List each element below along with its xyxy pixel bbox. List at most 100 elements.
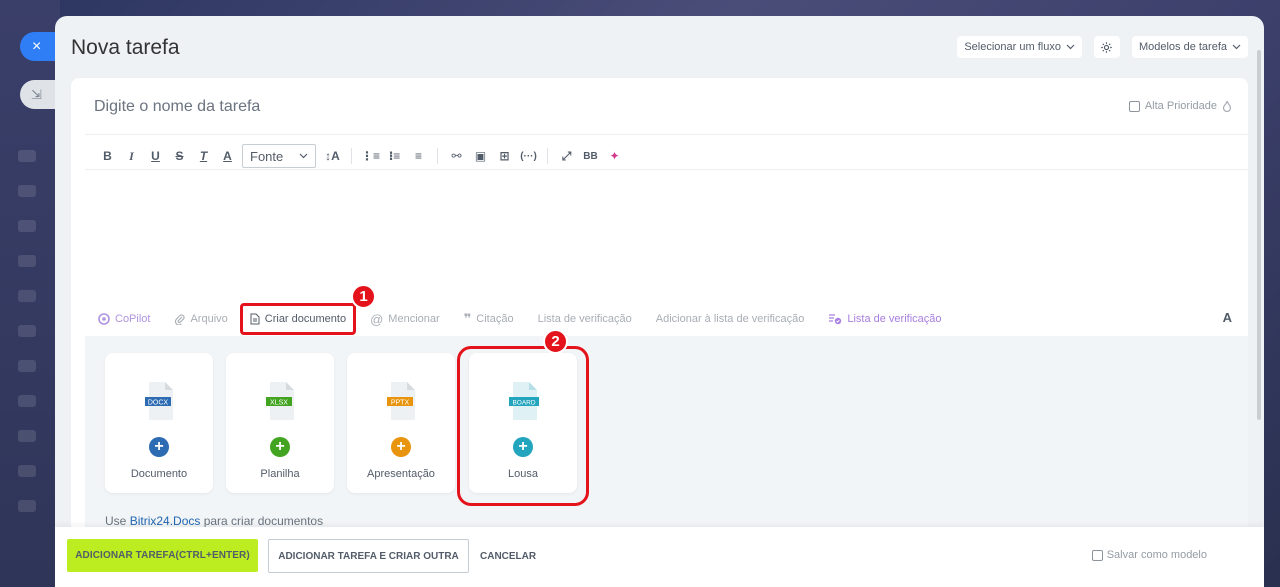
image-button[interactable]: ▣ — [471, 145, 490, 167]
checklist-icon — [829, 314, 842, 325]
save-template-label: Salvar como modelo — [1106, 549, 1207, 561]
panel-header: Nova tarefa Selecionar um fluxo Modelos … — [71, 34, 1248, 64]
table-button[interactable]: ⊞ — [495, 145, 514, 167]
close-icon: × — [32, 37, 42, 55]
task-panel: Nova tarefa Selecionar um fluxo Modelos … — [55, 16, 1264, 587]
bg-decoration — [18, 185, 36, 197]
copilot-label: CoPilot — [115, 313, 151, 325]
add-to-checklist-button[interactable]: Adicionar à lista de verificação — [656, 313, 805, 325]
paperclip-icon — [175, 314, 185, 325]
docs-hint: Use Bitrix24.Docs para criar documentos — [105, 514, 323, 528]
bold-button[interactable]: B — [98, 145, 117, 167]
create-document-button[interactable]: Criar documento — [239, 303, 357, 335]
chevron-down-icon — [1232, 44, 1241, 50]
toolbar-separator — [437, 148, 439, 164]
bg-decoration — [18, 465, 36, 477]
italic-button[interactable]: I — [122, 145, 141, 167]
footer-bar: ADICIONAR TAREFA(CTRL+ENTER) ADICIONAR T… — [55, 527, 1264, 587]
align-button[interactable]: ≡ — [409, 145, 428, 167]
gear-icon — [1101, 41, 1113, 53]
code-button[interactable]: (···) — [519, 145, 538, 167]
add-document-icon: + — [149, 437, 169, 457]
pptx-type-label: PPTX — [391, 400, 410, 407]
bullet-list-button[interactable]: ⁝≡ — [385, 145, 404, 167]
file-button[interactable]: Arquivo — [174, 313, 228, 325]
close-slider-button[interactable]: × — [20, 32, 60, 61]
flow-select-label: Selecionar um fluxo — [964, 41, 1061, 53]
quote-label: Citação — [476, 313, 514, 325]
checklist-text-label: Lista de verificação — [537, 313, 632, 325]
minimize-slider-button[interactable]: ⇲ — [20, 80, 60, 109]
toolbar-separator — [351, 148, 352, 164]
flame-icon — [1222, 100, 1232, 112]
editor-toolbar: B I U S T A Fonte ↕A ⋮≡ ⁝≡ ≡ ⚯ ▣ ⊞ (···)… — [98, 142, 629, 170]
font-select-label: Fonte — [250, 148, 284, 164]
save-as-template-toggle[interactable]: Salvar como modelo — [1091, 549, 1207, 561]
bbcode-button[interactable]: BB — [581, 145, 600, 167]
fullscreen-button[interactable]: ⤢ — [557, 145, 576, 167]
at-icon: @ — [370, 311, 384, 327]
bg-decoration — [18, 290, 36, 302]
copilot-button[interactable]: CoPilot — [98, 313, 150, 325]
docx-type-label: DOCX — [148, 400, 169, 407]
divider — [85, 169, 1248, 170]
bg-decoration — [18, 430, 36, 442]
add-presentation-icon: + — [391, 437, 411, 457]
checklist-button[interactable]: Lista de verificação — [828, 313, 942, 325]
underline-button[interactable]: U — [146, 145, 165, 167]
create-document-panel: DOCX + Documento XLSX + Planilha PPTX + … — [85, 336, 1248, 548]
bg-decoration — [18, 500, 36, 512]
bg-decoration — [18, 395, 36, 407]
clear-format-button[interactable]: T — [194, 145, 213, 167]
step-badge-2: 2 — [543, 329, 568, 354]
ordered-list-button[interactable]: ⋮≡ — [361, 145, 380, 167]
task-name-input[interactable]: Digite o nome da tarefa — [94, 98, 260, 116]
task-form-card: Digite o nome da tarefa Alta Prioridade … — [71, 78, 1248, 548]
copilot-icon — [98, 313, 110, 325]
spreadsheet-tile[interactable]: XLSX + Planilha — [226, 353, 334, 493]
high-priority-toggle[interactable]: Alta Prioridade — [1128, 100, 1232, 112]
docs-hint-prefix: Use — [105, 514, 130, 528]
add-and-create-another-button[interactable]: ADICIONAR TAREFA E CRIAR OUTRA — [268, 539, 469, 573]
step-badge-1: 1 — [351, 284, 376, 309]
sticker-button[interactable]: ✦ — [605, 145, 624, 167]
settings-button[interactable] — [1093, 36, 1120, 58]
mention-label: Mencionar — [388, 313, 440, 325]
scrollbar[interactable] — [1257, 50, 1261, 420]
pptx-file-icon: PPTX — [387, 382, 415, 420]
xlsx-type-label: XLSX — [270, 400, 288, 407]
task-templates-button[interactable]: Modelos de tarefa — [1131, 36, 1248, 58]
page-title: Nova tarefa — [71, 36, 180, 59]
quote-icon: ❞ — [463, 311, 472, 326]
add-task-button[interactable]: ADICIONAR TAREFA(CTRL+ENTER) — [67, 539, 258, 572]
quote-button[interactable]: ❞ Citação — [464, 311, 514, 327]
cancel-button[interactable]: CANCELAR — [480, 539, 536, 573]
spreadsheet-tile-label: Planilha — [260, 468, 300, 480]
document-icon — [250, 313, 260, 325]
link-button[interactable]: ⚯ — [447, 145, 466, 167]
font-size-button[interactable]: ↕A — [323, 145, 342, 167]
text-color-button[interactable]: A — [218, 145, 237, 167]
editor-actions-bar: CoPilot Arquivo Criar documento @ Mencio… — [98, 303, 1232, 335]
bitrix24-docs-link[interactable]: Bitrix24.Docs — [130, 514, 201, 528]
save-template-checkbox[interactable] — [1091, 549, 1103, 561]
font-select[interactable]: Fonte — [242, 144, 316, 168]
bg-decoration — [18, 360, 36, 372]
checklist-text-button[interactable]: Lista de verificação — [538, 313, 632, 325]
bg-decoration — [18, 255, 36, 267]
flow-select-button[interactable]: Selecionar um fluxo — [957, 36, 1082, 58]
strikethrough-button[interactable]: S — [170, 145, 189, 167]
priority-checkbox[interactable] — [1128, 100, 1140, 112]
create-document-label: Criar documento — [264, 313, 347, 325]
docx-file-icon: DOCX — [145, 382, 173, 420]
document-tile[interactable]: DOCX + Documento — [105, 353, 213, 493]
minimize-icon: ⇲ — [31, 86, 42, 102]
text-format-button[interactable]: A — [1223, 310, 1232, 325]
docs-hint-suffix: para criar documentos — [200, 514, 324, 528]
mention-button[interactable]: @ Mencionar — [370, 312, 440, 327]
presentation-tile[interactable]: PPTX + Apresentação — [347, 353, 455, 493]
task-templates-label: Modelos de tarefa — [1138, 41, 1227, 53]
bg-decoration — [18, 150, 36, 162]
toolbar-separator — [547, 148, 549, 164]
header-controls: Selecionar um fluxo Modelos de tarefa — [957, 36, 1248, 58]
